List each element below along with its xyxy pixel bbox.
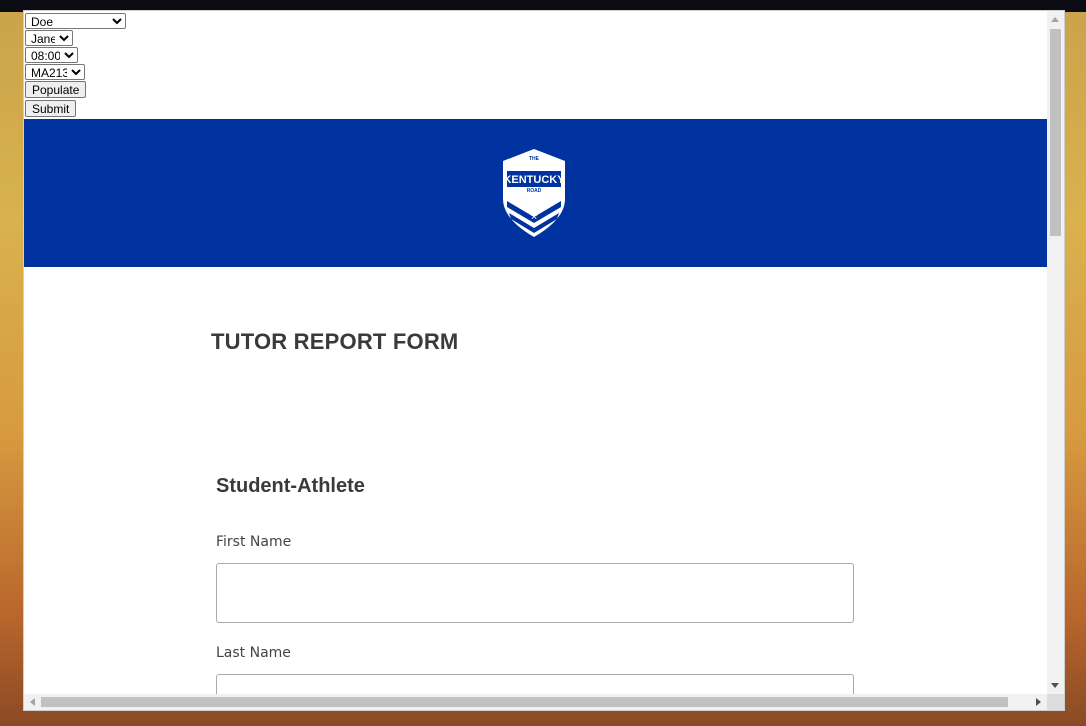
last-name-label: Last Name	[216, 645, 291, 661]
page-viewport: Doe Jane 08:00 MA213 Populate Submit THE…	[24, 11, 1047, 694]
first-name-label: First Name	[216, 534, 292, 550]
vertical-scrollbar[interactable]	[1047, 11, 1064, 694]
logo-text-the: THE	[529, 156, 540, 162]
scroll-left-arrow-icon[interactable]	[30, 698, 35, 706]
horizontal-scroll-thumb[interactable]	[41, 697, 1008, 707]
first-name-input[interactable]	[216, 563, 854, 623]
course-select[interactable]: MA213	[25, 64, 85, 80]
logo-text-road: ROAD	[527, 188, 542, 194]
scroll-down-arrow-icon[interactable]	[1051, 683, 1059, 688]
dev-controls: Doe Jane 08:00 MA213 Populate Submit	[25, 13, 126, 119]
svg-text:⚒: ⚒	[530, 212, 537, 221]
kentucky-road-shield-logo: THE KENTUCKY ROAD ⚒	[503, 149, 565, 237]
vertical-scroll-thumb[interactable]	[1050, 29, 1061, 236]
last-name-select[interactable]: Doe	[25, 13, 126, 29]
time-select[interactable]: 08:00	[25, 47, 78, 63]
section-title: Student-Athlete	[216, 475, 365, 497]
form-title: TUTOR REPORT FORM	[211, 329, 459, 354]
logo-text-kentucky: KENTUCKY	[503, 174, 565, 186]
submit-button[interactable]: Submit	[25, 100, 77, 117]
scrollbar-corner	[1047, 694, 1064, 710]
first-name-select[interactable]: Jane	[25, 30, 73, 46]
populate-button[interactable]: Populate	[25, 81, 87, 98]
last-name-input[interactable]	[216, 674, 854, 694]
horizontal-scrollbar[interactable]	[24, 694, 1047, 710]
scroll-right-arrow-icon[interactable]	[1036, 698, 1041, 706]
scroll-up-arrow-icon[interactable]	[1051, 17, 1059, 22]
browser-window: Doe Jane 08:00 MA213 Populate Submit THE…	[24, 11, 1064, 710]
